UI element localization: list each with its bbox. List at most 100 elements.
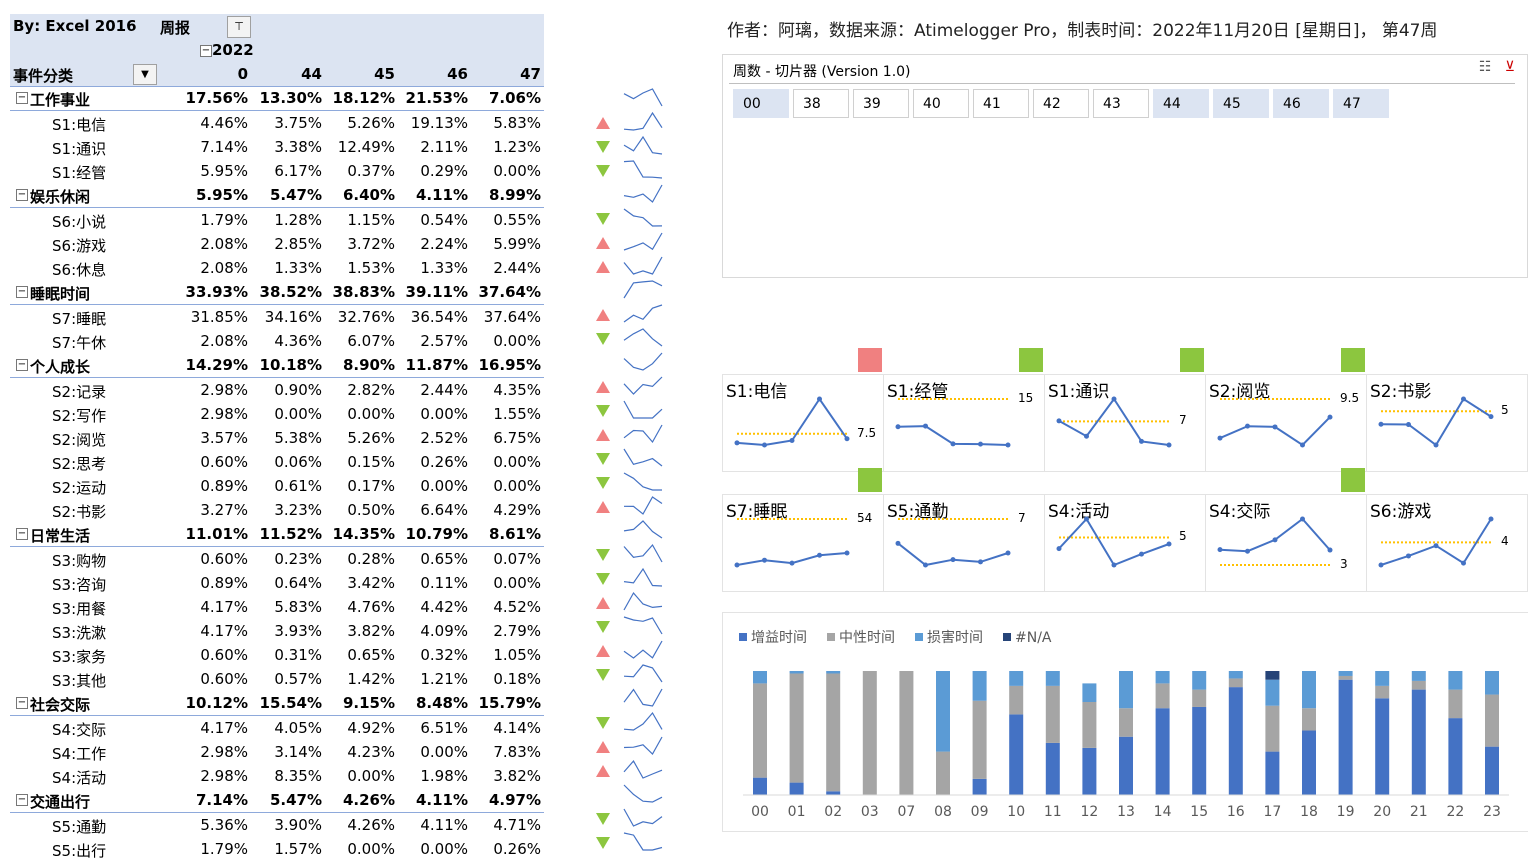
bar-segment (1448, 671, 1463, 690)
x-tick-label: 18 (1300, 804, 1318, 820)
down-arrow-icon (596, 333, 610, 345)
cell-value: 0.26% (420, 453, 468, 471)
mini-chart-plot (734, 518, 850, 568)
sparkline (623, 736, 663, 755)
category-row[interactable]: − 日常生活 11.01% 11.52% 14.35% 10.79% 8.61% (10, 522, 544, 547)
row-label: S7:午休 (52, 334, 107, 352)
category-row[interactable]: − 娱乐休闲 5.95% 5.47% 6.40% 4.11% 8.99% (10, 183, 544, 208)
slicer-item-00[interactable]: 00 (733, 89, 789, 118)
table-row: S3:家务 0.60% 0.31% 0.65% 0.32% 1.05% (10, 643, 544, 667)
slicer-item-47[interactable]: 47 (1333, 89, 1389, 118)
cell-value: 0.89% (200, 574, 248, 592)
cell-value: 0.11% (420, 574, 468, 592)
table-row: S7:睡眠 31.85% 34.16% 32.76% 36.54% 37.64% (10, 305, 544, 329)
sparkline (623, 759, 663, 779)
legend-swatch (915, 633, 923, 641)
slicer-item-41[interactable]: 41 (973, 89, 1029, 118)
x-tick-label: 09 (971, 804, 989, 820)
cell-value: 0.29% (420, 162, 468, 180)
up-arrow-icon (596, 597, 610, 609)
cell-value: 4.52% (493, 598, 541, 616)
sparkline (623, 135, 663, 155)
slicer-item-42[interactable]: 42 (1033, 89, 1089, 118)
x-tick-label: 11 (1044, 804, 1062, 820)
cell-value: 5.38% (274, 429, 322, 447)
mini-chart-point (1056, 546, 1062, 552)
bar-segment (1009, 671, 1024, 686)
category-row[interactable]: − 社会交际 10.12% 15.54% 9.15% 8.48% 15.79% (10, 691, 544, 716)
bar-segment (1265, 679, 1280, 706)
mini-chart-point (1461, 560, 1466, 566)
cell-value: 0.89% (200, 477, 248, 495)
mini-chart-point (923, 562, 928, 568)
clear-filter-icon[interactable]: ⊻ (1505, 59, 1515, 75)
row-label: S5:出行 (52, 842, 107, 860)
cell-value: 2.44% (420, 381, 468, 399)
legend-swatch (739, 633, 747, 641)
multi-select-icon[interactable]: ☷ (1479, 59, 1492, 75)
sparkline (623, 832, 663, 851)
collapse-icon[interactable]: − (16, 359, 28, 371)
collapse-icon[interactable]: − (16, 528, 28, 540)
sparkline (623, 256, 663, 275)
collapse-icon[interactable]: − (16, 286, 28, 298)
table-row: S2:思考 0.60% 0.06% 0.15% 0.26% 0.00% (10, 450, 544, 474)
mini-chart-point (762, 557, 767, 563)
collapse-icon[interactable]: − (16, 794, 28, 806)
bar-segment (826, 791, 841, 795)
category-row[interactable]: − 个人成长 14.29% 10.18% 8.90% 11.87% 16.95% (10, 353, 544, 378)
bar-segment (1228, 678, 1243, 688)
cell-value: 2.82% (347, 381, 395, 399)
cell-value: 0.00% (493, 332, 541, 350)
cell-value: 6.07% (347, 332, 395, 350)
cell-value: 4.14% (493, 719, 541, 737)
category-row[interactable]: − 睡眠时间 33.93% 38.52% 38.83% 39.11% 37.64% (10, 280, 544, 305)
slicer-item-43[interactable]: 43 (1093, 89, 1149, 118)
table-row: S5:出行 1.79% 1.57% 0.00% 0.00% 0.26% (10, 837, 544, 861)
cell-value: 3.82% (493, 767, 541, 785)
sparkline-line (623, 280, 663, 299)
sparkline (623, 88, 663, 107)
cell-value: 6.75% (493, 429, 541, 447)
x-tick-label: 20 (1373, 804, 1391, 820)
slicer-item-40[interactable]: 40 (913, 89, 969, 118)
x-tick-label: 10 (1007, 804, 1025, 820)
week-slicer[interactable]: 周数 - 切片器 (Version 1.0) ☷ ⊻ 00 38 39 40 41 42 4… (722, 54, 1528, 278)
sparkline-line (623, 135, 663, 155)
bar-segment (1411, 680, 1426, 690)
cell-value: 1.42% (347, 670, 395, 688)
mini-chart: S6:游戏 4 (1366, 494, 1528, 592)
category-row[interactable]: − 工作事业 17.56% 13.30% 18.12% 21.53% 7.06% (10, 86, 544, 111)
dropdown-icon[interactable]: ▼ (133, 64, 157, 85)
slicer-item-46[interactable]: 46 (1273, 89, 1329, 118)
table-row: S3:购物 0.60% 0.23% 0.28% 0.65% 0.07% (10, 547, 544, 571)
sparkline (623, 184, 663, 203)
cell-value: 38.83% (332, 283, 395, 301)
mini-chart: S4:交际 3 (1205, 494, 1367, 592)
bar-segment (1009, 685, 1024, 715)
stacked-bar-svg: 增益时间 中性时间 损害时间 #N/A 00 01 02 03 07 08 09 10 11 12 13 14… (739, 630, 1509, 820)
mini-chart-point (734, 562, 740, 568)
mini-chart-point (1084, 433, 1089, 439)
cell-value: 10.18% (259, 356, 322, 374)
table-row: S2:写作 2.98% 0.00% 0.00% 0.00% 1.55% (10, 402, 544, 426)
table-row: S3:用餐 4.17% 5.83% 4.76% 4.42% 4.52% (10, 595, 544, 619)
filter-icon[interactable]: ⊤ (227, 16, 251, 38)
collapse-icon[interactable]: − (16, 189, 28, 201)
cell-value: 2.98% (200, 381, 248, 399)
cell-value: 0.60% (200, 670, 248, 688)
collapse-icon[interactable]: − (16, 697, 28, 709)
collapse-icon[interactable]: − (16, 92, 28, 104)
cell-value: 2.98% (200, 743, 248, 761)
down-arrow-icon (596, 477, 610, 489)
slicer-item-38[interactable]: 38 (793, 89, 849, 118)
slicer-item-45[interactable]: 45 (1213, 89, 1269, 118)
cell-value: 7.14% (200, 138, 248, 156)
cell-value: 0.37% (347, 162, 395, 180)
collapse-icon[interactable]: − (200, 45, 212, 57)
slicer-item-44[interactable]: 44 (1153, 89, 1209, 118)
up-arrow-icon (596, 741, 610, 753)
slicer-item-39[interactable]: 39 (853, 89, 909, 118)
mini-chart-point (895, 540, 901, 546)
category-row[interactable]: − 交通出行 7.14% 5.47% 4.26% 4.11% 4.97% (10, 788, 544, 813)
